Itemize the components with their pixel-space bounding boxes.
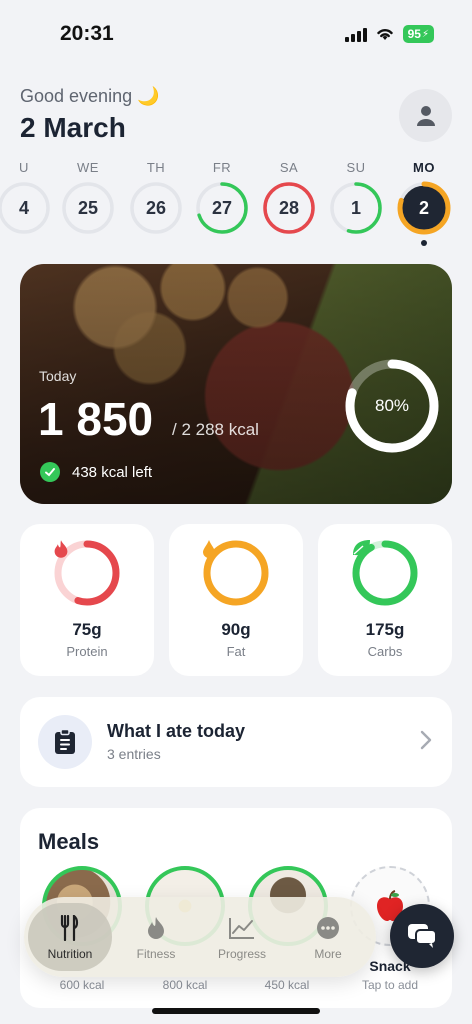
- greeting: Good evening 🌙: [20, 86, 160, 106]
- day-ring: 2: [397, 181, 451, 235]
- what-i-ate-card[interactable]: What I ate today 3 entries: [20, 697, 452, 787]
- status-icons: 95 ⚡: [344, 25, 434, 43]
- day-label: WE: [77, 160, 99, 175]
- tab-label: Nutrition: [47, 947, 93, 961]
- flame-icon: [114, 915, 198, 941]
- drop-icon: [202, 539, 270, 607]
- today-indicator: [421, 240, 427, 246]
- day-label: SA: [279, 160, 299, 175]
- home-indicator: [152, 1008, 320, 1014]
- status-time: 20:31: [60, 22, 114, 45]
- wifi-icon: [376, 29, 393, 40]
- day-label: MO: [413, 160, 435, 175]
- macro-card-protein[interactable]: 75g Protein: [20, 524, 154, 676]
- meal-kcal: 800 kcal: [162, 978, 208, 992]
- what-i-ate-title: What I ate today: [107, 721, 246, 741]
- kcal-left-row: 438 kcal left: [40, 462, 152, 482]
- kcal-left: 438 kcal left: [72, 463, 153, 481]
- check-icon: [40, 462, 60, 482]
- day-label: SU: [346, 160, 366, 175]
- tab-progress[interactable]: Progress: [200, 903, 284, 971]
- status-bar: 20:31 95 ⚡: [0, 0, 472, 70]
- day-item[interactable]: U4: [0, 160, 54, 235]
- week-strip[interactable]: U 4 WE 25 TH 26 FR 27 SA 28 SU 1 MO 2: [0, 160, 472, 250]
- tab-label: Fitness: [136, 947, 176, 961]
- macro-name: Carbs: [367, 644, 403, 659]
- goal-kcal: / 2 288 kcal: [172, 420, 259, 439]
- day-item[interactable]: TH 26: [126, 160, 186, 235]
- day-item[interactable]: MO 2: [394, 160, 454, 246]
- day-number: 26: [145, 198, 167, 218]
- meal-kcal: Tap to add: [361, 978, 419, 992]
- tab-bar: Nutrition Fitness Progress More: [24, 897, 376, 977]
- chart-icon: [200, 915, 284, 941]
- battery-level: 95: [407, 27, 421, 41]
- macro-card-carbs[interactable]: 175g Carbs: [318, 524, 452, 676]
- macro-card-fat[interactable]: 90g Fat: [169, 524, 303, 676]
- clipboard-icon: [38, 715, 92, 769]
- charging-bolt-icon: ⚡: [421, 28, 429, 40]
- day-ring: 28: [262, 181, 316, 235]
- macro-name: Protein: [66, 644, 108, 659]
- meal-kcal: 450 kcal: [264, 978, 310, 992]
- calorie-progress-ring: 80%: [342, 356, 442, 456]
- entries-count: 3 entries: [107, 746, 161, 762]
- profile-button[interactable]: [399, 89, 452, 142]
- tab-label: Progress: [217, 947, 267, 961]
- chat-bubble-icon: [408, 924, 437, 948]
- signal-icon: [344, 26, 367, 42]
- day-number: 28: [278, 198, 300, 218]
- more-icon: [286, 915, 370, 941]
- flame-icon: [53, 539, 121, 607]
- tab-fitness[interactable]: Fitness: [114, 903, 198, 971]
- day-number: 4: [18, 198, 29, 218]
- day-ring: 26: [129, 181, 183, 235]
- day-number: 25: [77, 198, 99, 218]
- person-icon: [416, 105, 435, 126]
- macro-progress-ring: [53, 539, 121, 607]
- day-ring: 1: [329, 181, 383, 235]
- hero-label: Today: [39, 368, 77, 384]
- macro-value: 175g: [365, 620, 405, 639]
- macro-value: 75g: [72, 620, 102, 639]
- calorie-percent: 80%: [374, 396, 410, 415]
- meal-kcal: 600 kcal: [59, 978, 105, 992]
- day-number: 27: [211, 198, 233, 218]
- day-ring: 25: [61, 181, 115, 235]
- macro-progress-ring: [351, 539, 419, 607]
- day-number: 2: [418, 198, 429, 218]
- chat-button[interactable]: [390, 904, 454, 968]
- day-number: 1: [350, 198, 361, 218]
- fork-knife-icon: [28, 915, 112, 941]
- macro-progress-ring: [202, 539, 270, 607]
- tab-more[interactable]: More: [286, 903, 370, 971]
- chevron-right-icon: [420, 730, 432, 750]
- tab-label: More: [314, 947, 342, 961]
- day-ring: 27: [195, 181, 249, 235]
- leaf-icon: [351, 539, 419, 607]
- macro-value: 90g: [221, 620, 251, 639]
- day-item[interactable]: SU 1: [326, 160, 386, 235]
- meals-title: Meals: [38, 829, 100, 854]
- day-label: U: [19, 160, 29, 175]
- macros-row: 75g Protein 90g Fat 175g Carbs: [20, 524, 452, 676]
- daily-summary-card[interactable]: Today 1 850 / 2 288 kcal 438 kcal left 8…: [20, 264, 452, 504]
- macro-name: Fat: [226, 644, 246, 659]
- consumed-kcal: 1 850: [38, 393, 154, 445]
- battery-icon: 95 ⚡: [402, 25, 434, 43]
- day-item[interactable]: SA 28: [259, 160, 319, 235]
- page-title: 2 March: [20, 112, 126, 143]
- day-item[interactable]: FR 27: [192, 160, 252, 235]
- day-item[interactable]: WE 25: [58, 160, 118, 235]
- day-label: FR: [212, 160, 232, 175]
- tab-nutrition[interactable]: Nutrition: [28, 903, 112, 971]
- day-ring: 4: [0, 181, 51, 235]
- day-label: TH: [146, 160, 166, 175]
